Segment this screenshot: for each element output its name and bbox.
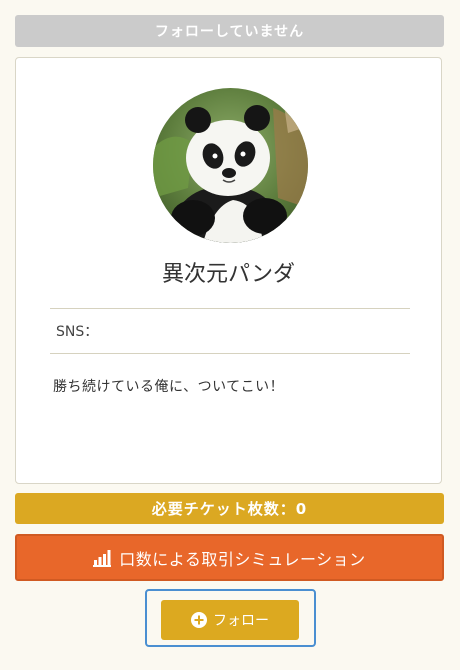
required-ticket-label: 必要チケット枚数：0	[151, 500, 308, 518]
follow-focus-frame: フォロー	[145, 589, 316, 647]
profile-bio: 勝ち続けている俺に、ついてこい！	[53, 379, 285, 395]
trade-simulation-button[interactable]: 口数による取引シミュレーション	[15, 534, 444, 581]
follow-label: フォロー	[213, 613, 269, 629]
plus-circle-icon	[191, 612, 207, 628]
trade-simulation-label: 口数による取引シミュレーション	[119, 549, 366, 569]
follow-status-label: フォローしていません	[154, 24, 305, 40]
divider-bottom	[50, 353, 410, 354]
panda-avatar-image	[153, 88, 308, 243]
profile-name: 異次元パンダ	[161, 262, 296, 287]
divider-top	[50, 308, 410, 309]
follow-button[interactable]: フォロー	[161, 600, 299, 640]
follow-status-badge: フォローしていません	[15, 15, 444, 47]
required-ticket-badge: 必要チケット枚数：0	[15, 493, 444, 524]
sns-label: SNS：	[56, 324, 99, 340]
bar-chart-icon	[93, 549, 112, 567]
profile-card: 異次元パンダ SNS： 勝ち続けている俺に、ついてこい！	[15, 57, 442, 484]
avatar	[153, 88, 308, 243]
